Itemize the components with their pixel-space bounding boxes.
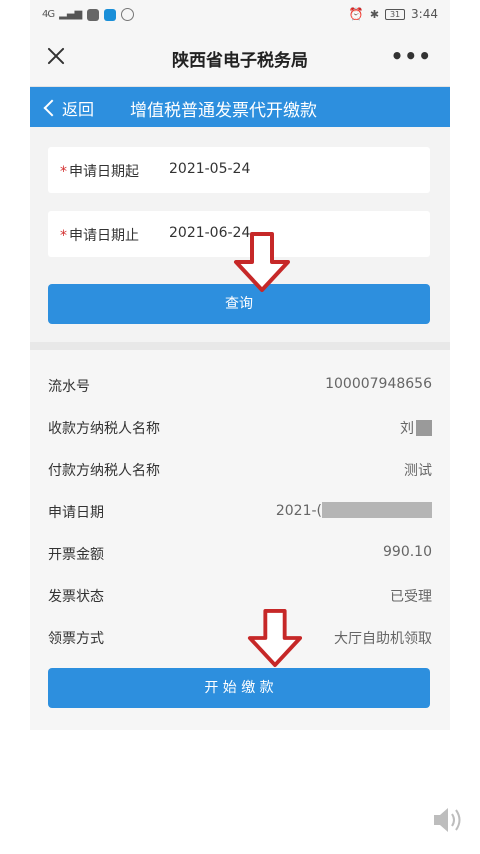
sync-icon <box>121 8 135 21</box>
signal-indicator: 4G <box>42 9 55 20</box>
detail-row-amount: 开票金额 990.10 <box>48 544 432 563</box>
battery-icon: 31 <box>385 8 406 20</box>
section-divider <box>30 342 450 350</box>
status-bar: 4G ▂▄▆ ⏰ ✱ 31 3:44 <box>30 0 450 30</box>
bluetooth-icon: ✱ <box>369 7 380 21</box>
detail-row-payer: 付款方纳税人名称 测试 <box>48 463 432 479</box>
back-button[interactable]: 返回 <box>42 96 94 120</box>
detail-row-pickup: 领票方式 大厅自助机领取 <box>48 631 432 647</box>
detail-row-payee: 收款方纳税人名称 刘 <box>30 412 450 442</box>
annotation-arrow-down-icon <box>247 609 303 667</box>
nav-title: 增值税普通发票代开缴款 <box>130 101 317 121</box>
message-app-icon <box>87 8 100 21</box>
alarm-icon: ⏰ <box>348 7 364 21</box>
detail-row-status: 发票状态 已受理 <box>48 589 432 605</box>
end-date-label: * 申请日期止 <box>60 228 139 244</box>
nav-bar: 返回 增值税普通发票代开缴款 <box>30 87 450 127</box>
back-label: 返回 <box>62 100 95 119</box>
start-date-label: * 申请日期起 <box>60 164 139 180</box>
page-title: 陕西省电子税务局 <box>172 51 308 71</box>
detail-row-serial: 流水号 100007948656 <box>48 376 432 395</box>
redaction-mask <box>322 502 432 518</box>
chevron-left-icon <box>43 99 61 117</box>
signal-bars-icon: ▂▄▆ <box>59 9 83 20</box>
detail-list: 流水号 100007948656 收款方纳税人名称 刘 付款方纳税人名称 测试 … <box>30 350 450 730</box>
phone-screen: 4G ▂▄▆ ⏰ ✱ 31 3:44 陕西省电子税务局 ••• 返回 增值税普通… <box>30 0 450 854</box>
clock: 3:44 <box>411 7 438 21</box>
notification-app-icon <box>104 8 117 21</box>
annotation-arrow-down-icon <box>234 232 290 292</box>
redaction-mask <box>416 420 432 436</box>
start-date-value: 2021-05-24 <box>169 161 251 177</box>
detail-row-apply-date: 申请日期 2021-( <box>30 496 450 526</box>
start-payment-button[interactable]: 开 始 缴 款 <box>48 668 430 708</box>
page-bottom-space <box>30 730 450 854</box>
start-date-field[interactable]: * 申请日期起 2021-05-24 <box>48 147 430 193</box>
speaker-icon[interactable] <box>432 805 466 835</box>
more-menu-icon[interactable]: ••• <box>391 44 432 68</box>
title-bar: 陕西省电子税务局 ••• <box>30 30 450 87</box>
